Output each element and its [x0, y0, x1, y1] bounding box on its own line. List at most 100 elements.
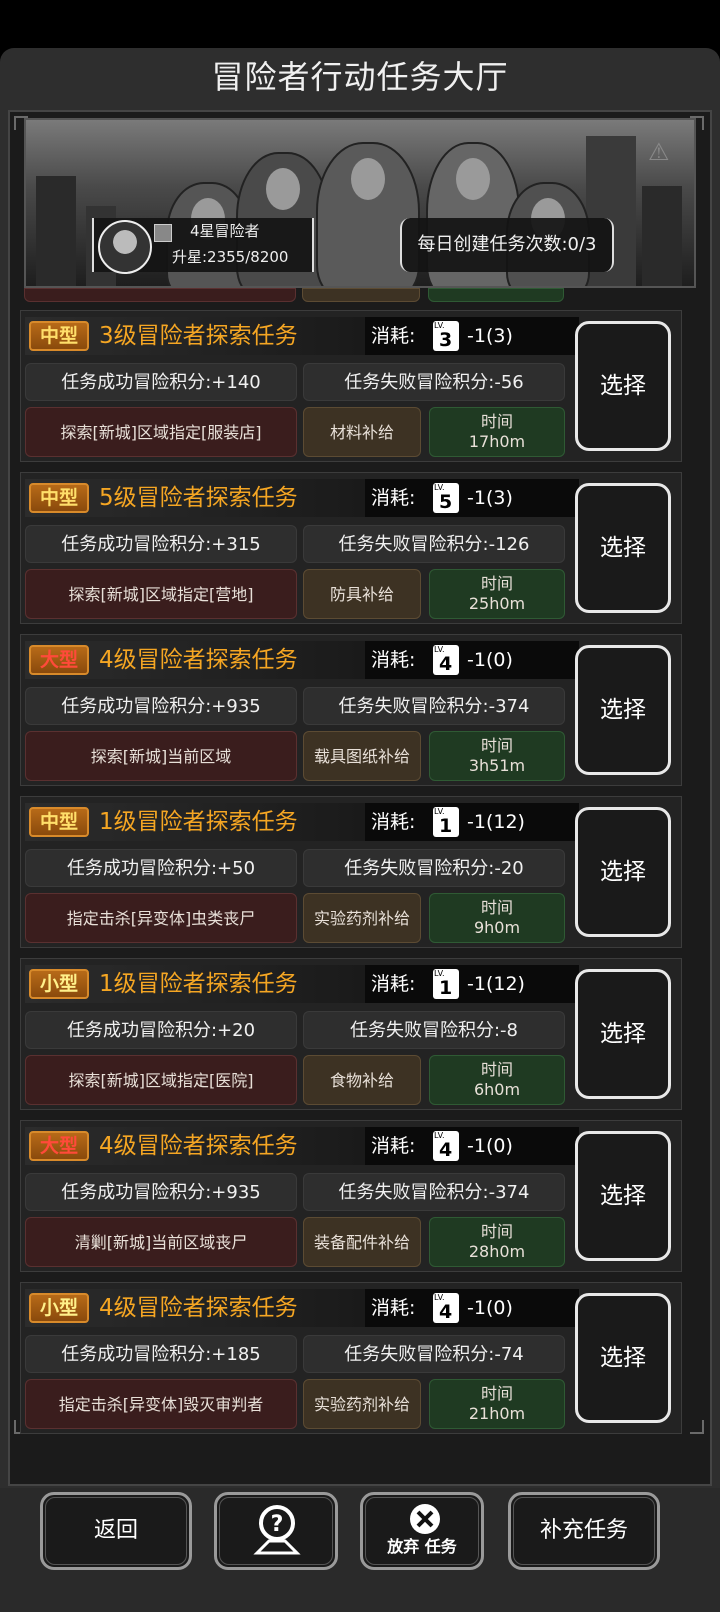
cost-label: 消耗: — [371, 487, 416, 509]
select-task-button[interactable]: 选择 — [575, 483, 671, 613]
task-reward: 实验药剂补给 — [303, 1379, 421, 1429]
time-value: 9h0m — [473, 918, 521, 937]
task-reward: 材料补给 — [303, 407, 421, 457]
level-card-icon: LV. 3 — [433, 321, 459, 351]
cost-value: -1(0) — [467, 649, 513, 671]
task-title: 5级冒险者探索任务 — [99, 485, 298, 511]
cost-label: 消耗: — [371, 973, 416, 995]
task-card: 小型 1级冒险者探索任务 消耗: LV. 1 -1(12) 任务成功冒险积分:+20 任务失败… — [20, 958, 682, 1110]
avatar[interactable] — [98, 220, 152, 274]
success-points: 任务成功冒险积分:+20 — [25, 1011, 297, 1049]
supplement-task-button[interactable]: 补充任务 — [508, 1492, 660, 1570]
level-card-icon: LV. 4 — [433, 1293, 459, 1323]
cost-label: 消耗: — [371, 325, 416, 347]
fail-points: 任务失败冒险积分:-374 — [303, 1173, 565, 1211]
task-reward: 载具图纸补给 — [303, 731, 421, 781]
fail-points: 任务失败冒险积分:-56 — [303, 363, 565, 401]
task-title: 1级冒险者探索任务 — [99, 971, 298, 997]
task-header: 小型 1级冒险者探索任务 消耗: LV. 1 -1(12) — [25, 965, 579, 1003]
task-card: 大型 4级冒险者探索任务 消耗: LV. 4 -1(0) 任务成功冒险积分:+935 任务失败… — [20, 634, 682, 786]
profile-card[interactable]: 4星冒险者 升星:2355/8200 — [92, 218, 314, 274]
task-size-badge: 大型 — [29, 1131, 89, 1161]
success-points: 任务成功冒险积分:+185 — [25, 1335, 297, 1373]
level-card-icon: LV. 5 — [433, 483, 459, 513]
close-circle-icon — [410, 1504, 440, 1534]
task-target: 清剿[新城]当前区域丧尸 — [25, 1217, 297, 1267]
time-value: 6h0m — [473, 1080, 521, 1099]
cost-label: 消耗: — [371, 1297, 416, 1319]
task-card: 中型 3级冒险者探索任务 消耗: LV. 3 -1(3) 任务成功冒险积分:+140 任务失败… — [20, 310, 682, 462]
partial-task-row — [20, 288, 580, 302]
task-reward: 防具补给 — [303, 569, 421, 619]
select-task-button[interactable]: 选择 — [575, 1131, 671, 1261]
task-time: 时间 6h0m — [429, 1055, 565, 1105]
select-task-button[interactable]: 选择 — [575, 807, 671, 937]
cost-value: -1(3) — [467, 325, 513, 347]
task-size-badge: 中型 — [29, 807, 89, 837]
cost-label: 消耗: — [371, 1135, 416, 1157]
level-card-icon: LV. 1 — [433, 969, 459, 999]
task-time: 时间 9h0m — [429, 893, 565, 943]
task-size-badge: 小型 — [29, 969, 89, 999]
cost-value: -1(3) — [467, 487, 513, 509]
time-label: 时间 — [480, 1384, 513, 1403]
task-header: 中型 1级冒险者探索任务 消耗: LV. 1 -1(12) — [25, 803, 579, 841]
task-size-badge: 中型 — [29, 321, 89, 351]
cost-value: -1(0) — [467, 1297, 513, 1319]
task-size-badge: 中型 — [29, 483, 89, 513]
abandon-task-button[interactable]: 放弃 任务 — [360, 1492, 484, 1570]
success-points: 任务成功冒险积分:+935 — [25, 687, 297, 725]
frame-corner — [690, 1420, 704, 1434]
task-target: 指定击杀[异变体]虫类丧尸 — [25, 893, 297, 943]
task-time: 时间 17h0m — [429, 407, 565, 457]
select-task-button[interactable]: 选择 — [575, 969, 671, 1099]
rank-icon — [154, 224, 172, 242]
fail-points: 任务失败冒险积分:-8 — [303, 1011, 565, 1049]
time-label: 时间 — [480, 412, 513, 431]
select-task-button[interactable]: 选择 — [575, 321, 671, 451]
help-button[interactable]: ? — [214, 1492, 338, 1570]
task-title: 4级冒险者探索任务 — [99, 647, 298, 673]
task-target: 探索[新城]区域指定[医院] — [25, 1055, 297, 1105]
task-target: 探索[新城]区域指定[服装店] — [25, 407, 297, 457]
svg-text:?: ? — [271, 1512, 284, 1537]
cost-label: 消耗: — [371, 811, 416, 833]
task-title: 3级冒险者探索任务 — [99, 323, 298, 349]
level-card-icon: LV. 4 — [433, 645, 459, 675]
task-reward: 实验药剂补给 — [303, 893, 421, 943]
task-card: 大型 4级冒险者探索任务 消耗: LV. 4 -1(0) 任务成功冒险积分:+935 任务失败… — [20, 1120, 682, 1272]
time-label: 时间 — [480, 1222, 513, 1241]
time-label: 时间 — [480, 1060, 513, 1079]
task-header: 大型 4级冒险者探索任务 消耗: LV. 4 -1(0) — [25, 1127, 579, 1165]
rank-text: 4星冒险者 — [190, 222, 260, 240]
daily-create-count: 每日创建任务次数:0/3 — [400, 218, 614, 272]
back-button[interactable]: 返回 — [40, 1492, 192, 1570]
success-points: 任务成功冒险积分:+935 — [25, 1173, 297, 1211]
task-size-badge: 小型 — [29, 1293, 89, 1323]
fail-points: 任务失败冒险积分:-126 — [303, 525, 565, 563]
task-title: 1级冒险者探索任务 — [99, 809, 298, 835]
cost-label: 消耗: — [371, 649, 416, 671]
task-header: 中型 5级冒险者探索任务 消耗: LV. 5 -1(3) — [25, 479, 579, 517]
abandon-task-label: 放弃 任务 — [387, 1537, 457, 1556]
cost-value: -1(0) — [467, 1135, 513, 1157]
task-title: 4级冒险者探索任务 — [99, 1295, 298, 1321]
fail-points: 任务失败冒险积分:-20 — [303, 849, 565, 887]
time-value: 3h51m — [468, 756, 526, 775]
cost-value: -1(12) — [467, 973, 525, 995]
page-title: 冒险者行动任务大厅 — [211, 58, 509, 96]
upstar-progress: 升星:2355/8200 — [172, 248, 289, 266]
success-points: 任务成功冒险积分:+140 — [25, 363, 297, 401]
task-reward: 食物补给 — [303, 1055, 421, 1105]
time-value: 28h0m — [468, 1242, 526, 1261]
time-label: 时间 — [480, 898, 513, 917]
task-time: 时间 25h0m — [429, 569, 565, 619]
task-header: 小型 4级冒险者探索任务 消耗: LV. 4 -1(0) — [25, 1289, 579, 1327]
success-points: 任务成功冒险积分:+315 — [25, 525, 297, 563]
select-task-button[interactable]: 选择 — [575, 645, 671, 775]
select-task-button[interactable]: 选择 — [575, 1293, 671, 1423]
time-value: 17h0m — [468, 432, 526, 451]
emblem-icon: ⚠ — [648, 138, 670, 166]
time-value: 25h0m — [468, 594, 526, 613]
task-card: 小型 4级冒险者探索任务 消耗: LV. 4 -1(0) 任务成功冒险积分:+185 任务失败… — [20, 1282, 682, 1434]
